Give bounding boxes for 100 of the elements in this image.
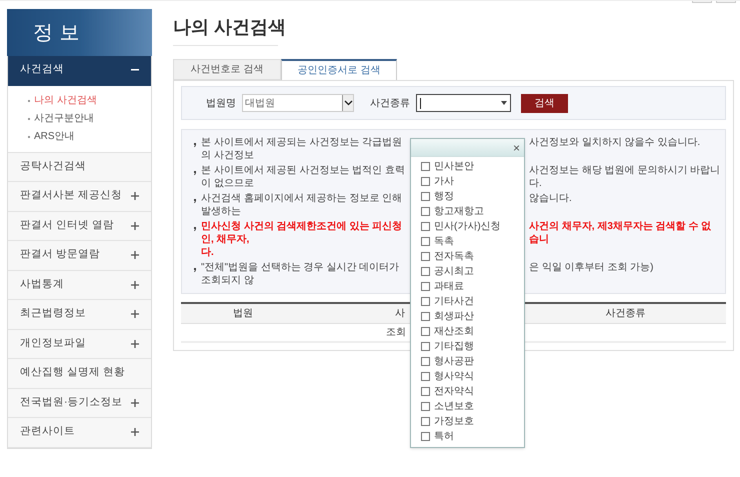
sidebar-item-label: 사건검색: [20, 62, 64, 78]
sidebar-item[interactable]: 판결서 인터넷 열람: [8, 212, 151, 241]
checkbox[interactable]: [421, 207, 430, 216]
option-label: 재산조회: [434, 325, 474, 339]
notice-text: 사건정보는 해당 법원에 문의하시기 바랍니다.: [529, 164, 721, 190]
column-header: 사: [395, 307, 405, 321]
court-label: 법원명: [206, 96, 236, 110]
checkbox[interactable]: [421, 252, 430, 261]
option-label: 전자독촉: [434, 250, 474, 264]
case-type-label: 사건종류: [370, 96, 410, 110]
sidebar-item-label: 관련사이트: [20, 424, 75, 440]
sidebar-item[interactable]: 사법통계: [8, 270, 151, 300]
plus-icon: [131, 340, 139, 348]
option-label: 행정: [434, 190, 454, 204]
column-header: 사건종류: [604, 307, 646, 321]
tab[interactable]: 공인인증서로 검색: [281, 59, 397, 80]
checkbox[interactable]: [421, 282, 430, 291]
notice-text: 본 사이트에서 제공되는 사건정보는 각급법원의 사건정보: [201, 136, 404, 162]
chevron-down-icon: [342, 95, 353, 111]
option-label: 민사본안: [434, 160, 474, 174]
submenu-item[interactable]: ARS안내: [34, 130, 75, 144]
checkbox[interactable]: [421, 357, 430, 366]
checkbox[interactable]: [421, 327, 430, 336]
checkbox[interactable]: [421, 402, 430, 411]
sidebar-item[interactable]: 사건검색: [8, 56, 151, 86]
checkbox[interactable]: [421, 162, 430, 171]
submenu-item[interactable]: 사건구분안내: [34, 112, 94, 126]
page-title: 나의 사건검색: [173, 16, 286, 39]
close-button[interactable]: ×: [512, 142, 520, 154]
plus-icon: [131, 398, 139, 407]
sidebar-item-label: 판결서 방문열람: [20, 247, 100, 262]
sidebar-item[interactable]: 판결서사본 제공신청: [8, 182, 151, 212]
checkbox[interactable]: [421, 237, 430, 246]
checkbox[interactable]: [421, 417, 430, 426]
option-label: 특허: [434, 430, 454, 444]
checkbox[interactable]: [421, 372, 430, 381]
tab[interactable]: 사건번호로 검색: [173, 59, 281, 80]
sidebar-item[interactable]: 예산집행 실명제 현황: [8, 359, 151, 388]
checkbox[interactable]: [421, 177, 430, 186]
option-label: 독촉: [434, 235, 454, 249]
option-label: 민사(가사)신청: [434, 220, 501, 234]
notice-text: 사건의 채무자, 제3채무자는 검색할 수 없습니: [529, 220, 712, 246]
sidebar-item-label: 전국법원·등기소정보: [20, 394, 122, 410]
option-label: 기타집행: [434, 340, 474, 354]
notice-text: 본 사이트에서 제공된 사건정보는 법적인 효력이 없으므로: [201, 164, 406, 190]
option-label: 과태료: [434, 280, 464, 294]
plus-icon: [131, 428, 139, 436]
checkbox[interactable]: [421, 342, 430, 351]
sidebar-item[interactable]: 판결서 방문열람: [8, 241, 151, 270]
bullet-icon: [194, 171, 197, 175]
minus-icon: [131, 69, 139, 72]
submenu-item[interactable]: 나의 사건검색: [34, 94, 97, 108]
sidebar-item-label: 개인정보파일: [20, 336, 86, 351]
court-select[interactable]: 대법원: [242, 94, 354, 112]
sidebar-item-label: 판결서 인터넷 열람: [20, 218, 114, 233]
notice-text: 않습니다.: [529, 192, 573, 206]
plus-icon: [131, 310, 139, 318]
bullet-icon: [194, 199, 197, 203]
notice-text: 은 익일 이후부터 조회 가능): [529, 261, 654, 275]
notice-text: 민사신청 사건의 검색제한조건에 있는 피신청인, 채무자,: [201, 220, 404, 246]
checkbox[interactable]: [421, 222, 430, 231]
option-label: 소년보호: [434, 400, 474, 414]
sidebar-item[interactable]: 전국법원·등기소정보: [8, 388, 151, 418]
column-header: 법원: [232, 307, 254, 321]
plus-icon: [131, 222, 139, 230]
sidebar-item-label: 최근법령정보: [20, 306, 86, 322]
notice-text: 다.: [201, 246, 214, 259]
option-label: 기타사건: [434, 295, 474, 309]
notice-text: 사건검색 홈페이지에서 제공하는 정보로 인해 발생하는: [201, 192, 404, 218]
sidebar-title: 정 보: [33, 20, 80, 46]
option-label: 항고재항고: [434, 205, 484, 219]
sidebar-item-label: 사법통계: [20, 276, 64, 292]
plus-icon: [131, 192, 139, 200]
checkbox[interactable]: [421, 387, 430, 396]
bullet-icon: [194, 143, 197, 147]
option-label: 가정보호: [434, 415, 474, 429]
option-label: 가사: [434, 175, 454, 189]
notice-text: 사건정보와 일치하지 않을수 있습니다.: [529, 136, 702, 150]
sidebar-item-label: 예산집행 실명제 현황: [20, 365, 125, 380]
sidebar-item-label: 판결서사본 제공신청: [20, 188, 122, 204]
bullet-icon: [194, 268, 197, 272]
sidebar-item[interactable]: 공탁사건검색: [8, 152, 151, 182]
option-label: 형사약식: [434, 370, 474, 384]
sidebar-item[interactable]: 개인정보파일: [8, 330, 151, 359]
empty-message: 조회: [386, 326, 406, 340]
checkbox[interactable]: [421, 312, 430, 321]
checkbox[interactable]: [421, 267, 430, 276]
checkbox[interactable]: [421, 297, 430, 306]
checkbox[interactable]: [421, 432, 430, 441]
sidebar-item[interactable]: 관련사이트: [8, 418, 151, 448]
case-type-field[interactable]: [416, 94, 511, 112]
option-label: 회생파산: [434, 310, 474, 324]
search-button[interactable]: 검색: [521, 94, 568, 112]
option-label: 전자약식: [434, 385, 474, 399]
plus-icon: [131, 251, 139, 260]
sidebar-item[interactable]: 최근법령정보: [8, 300, 151, 330]
bullet-icon: [194, 227, 197, 231]
notice-text: "전체"법원을 선택하는 경우 실시간 데이터가 조회되지 않: [201, 261, 400, 287]
option-label: 공시최고: [434, 265, 474, 279]
checkbox[interactable]: [421, 192, 430, 201]
